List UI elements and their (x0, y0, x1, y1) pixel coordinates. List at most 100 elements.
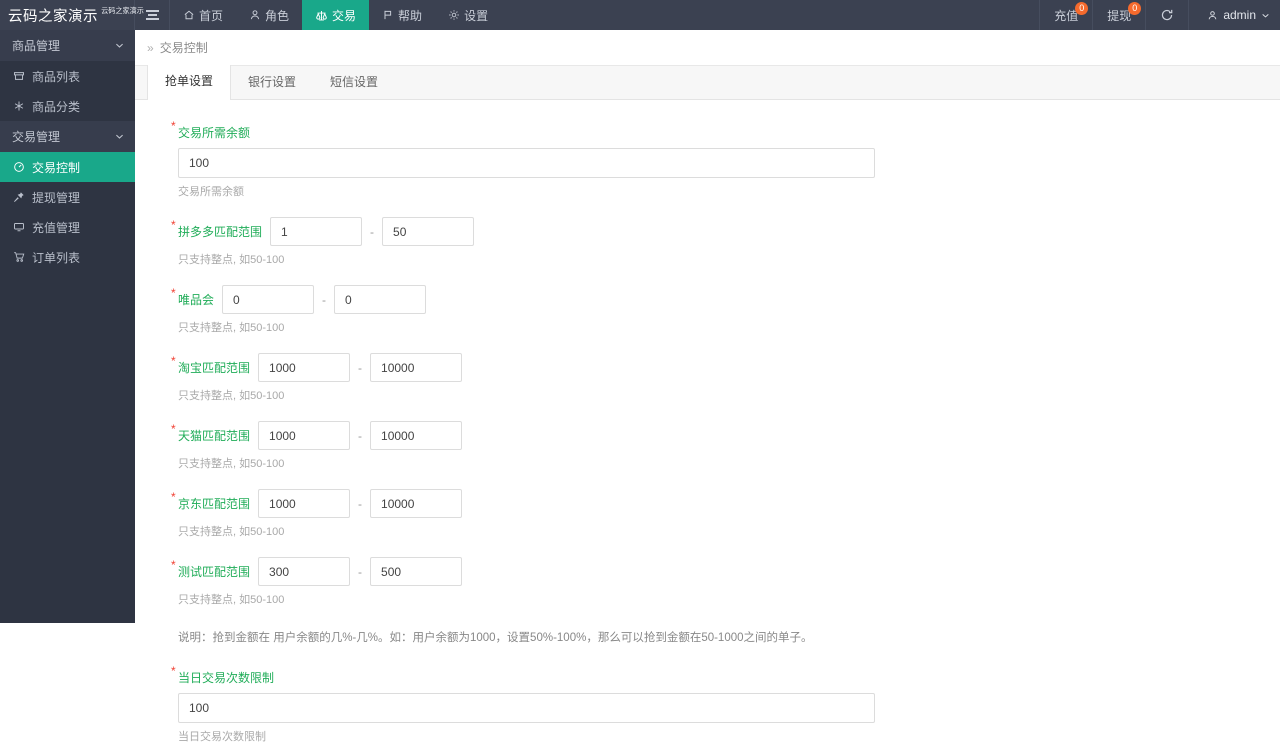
required-marker: * (171, 286, 176, 300)
hamburger-icon (145, 8, 159, 23)
field-test-match-range: * 测试匹配范围 - 只支持整点, 如50-100 (171, 557, 1280, 607)
field-jd-match-range: * 京东匹配范围 - 只支持整点, 如50-100 (171, 489, 1280, 539)
input-jd-max[interactable] (370, 489, 463, 518)
gear-icon (448, 9, 460, 21)
avatar-icon (1207, 10, 1218, 21)
label-trade-required-balance: * 交易所需余额 (171, 119, 250, 141)
nav-item-home[interactable]: 首页 (170, 0, 236, 30)
sidebar-group-label-product: 商品管理 (12, 39, 61, 53)
input-tmall-min[interactable] (258, 421, 351, 450)
input-test-min[interactable] (258, 557, 351, 586)
breadcrumb-current: 交易控制 (159, 41, 208, 55)
input-jd-min[interactable] (258, 489, 351, 518)
field-taobao-match-range: * 淘宝匹配范围 - 只支持整点, 如50-100 (171, 353, 1280, 403)
help-daily-trade-limit: 当日交易次数限制 (178, 731, 266, 743)
input-pdd-min[interactable] (270, 217, 363, 246)
sidebar-item-product-category[interactable]: 商品分类 (0, 91, 135, 121)
refresh-button[interactable] (1145, 0, 1188, 30)
nav-item-trade[interactable]: 交易 (302, 0, 370, 30)
nav-label-trade: 交易 (332, 8, 357, 23)
cart-icon (12, 70, 25, 82)
logo-superscript-text: 云码之家演示 (101, 6, 144, 15)
main-content: » 交易控制 抢单设置 银行设置 短信设置 * 交易所需余额 交易所需余额 * … (135, 30, 1280, 743)
input-pdd-max[interactable] (382, 217, 475, 246)
required-marker: * (171, 558, 176, 572)
refresh-icon (1160, 8, 1174, 22)
tab-bar: 抢单设置 银行设置 短信设置 (135, 65, 1280, 100)
label-taobao-match-range: * 淘宝匹配范围 (171, 354, 250, 376)
input-test-max[interactable] (370, 557, 463, 586)
field-trade-required-balance: * 交易所需余额 交易所需余额 (171, 119, 1280, 199)
label-vip-match-range: * 唯品会 (171, 286, 214, 308)
user-menu[interactable]: admin (1188, 0, 1280, 30)
withdraw-button[interactable]: 提现 0 (1092, 0, 1145, 30)
monitor-icon (12, 221, 25, 233)
help-tmall-match-range: 只支持整点, 如50-100 (178, 458, 285, 470)
sidebar-group-label-trade: 交易管理 (12, 130, 61, 144)
flag-icon (382, 9, 394, 21)
label-jd-match-range: * 京东匹配范围 (171, 490, 251, 512)
form-note: 说明：抢到金额在 用户余额的几%-几%。如：用户余额为1000，设置50%-10… (178, 632, 813, 644)
help-vip-match-range: 只支持整点, 如50-100 (178, 322, 285, 334)
input-vip-min[interactable] (222, 285, 315, 314)
sidebar-group-product[interactable]: 商品管理 (0, 30, 135, 61)
sidebar-group-trade[interactable]: 交易管理 (0, 121, 135, 152)
nav-item-role[interactable]: 角色 (236, 0, 302, 30)
chevron-down-icon (114, 40, 125, 51)
input-daily-trade-limit[interactable] (178, 693, 875, 723)
label-daily-trade-limit: * 当日交易次数限制 (171, 664, 275, 686)
label-text: 当日交易次数限制 (178, 671, 275, 685)
gauge-icon (12, 161, 25, 173)
input-taobao-max[interactable] (370, 353, 463, 382)
input-trade-required-balance[interactable] (178, 148, 875, 178)
sidebar: 商品管理 商品列表 商品分类 交易管理 交易控制 提现管理 充值管理 订单列表 (0, 30, 135, 623)
sidebar-item-withdraw-manage[interactable]: 提现管理 (0, 182, 135, 212)
range-separator: - (358, 360, 363, 375)
label-tmall-match-range: * 天猫匹配范围 (171, 422, 251, 444)
input-tmall-max[interactable] (370, 421, 463, 450)
nav-label-help: 帮助 (398, 8, 423, 23)
sidebar-item-recharge-manage[interactable]: 充值管理 (0, 212, 135, 242)
sidebar-label-withdraw-manage: 提现管理 (32, 190, 81, 205)
input-vip-max[interactable] (334, 285, 427, 314)
label-text: 京东匹配范围 (178, 497, 251, 511)
help-jd-match-range: 只支持整点, 如50-100 (178, 526, 285, 538)
field-tmall-match-range: * 天猫匹配范围 - 只支持整点, 如50-100 (171, 421, 1280, 471)
nav-label-settings: 设置 (464, 8, 489, 23)
required-marker: * (171, 664, 176, 678)
help-test-match-range: 只支持整点, 如50-100 (178, 594, 285, 606)
app-logo[interactable]: 云码之家演示 云码之家演示 (0, 0, 144, 30)
sidebar-item-product-list[interactable]: 商品列表 (0, 61, 135, 91)
required-marker: * (171, 119, 176, 133)
range-separator: - (370, 224, 375, 239)
range-separator: - (358, 496, 363, 511)
sidebar-label-order-list: 订单列表 (32, 250, 81, 265)
field-vip-match-range: * 唯品会 - 只支持整点, 如50-100 (171, 285, 1280, 335)
nav-item-help[interactable]: 帮助 (369, 0, 435, 30)
label-text: 天猫匹配范围 (178, 429, 251, 443)
user-icon (249, 9, 261, 21)
tab-sms-settings[interactable]: 短信设置 (313, 65, 395, 99)
input-taobao-min[interactable] (258, 353, 351, 382)
sidebar-label-trade-control: 交易控制 (32, 160, 81, 175)
sidebar-label-recharge-manage: 充值管理 (32, 220, 81, 235)
label-pdd-match-range: * 拼多多匹配范围 (171, 218, 262, 240)
recharge-button[interactable]: 充值 0 (1039, 0, 1092, 30)
sidebar-item-trade-control[interactable]: 交易控制 (0, 152, 135, 182)
sidebar-item-order-list[interactable]: 订单列表 (0, 242, 135, 272)
help-pdd-match-range: 只支持整点, 如50-100 (178, 254, 285, 266)
tab-grab-order-settings[interactable]: 抢单设置 (147, 65, 232, 100)
tab-bank-settings[interactable]: 银行设置 (231, 65, 313, 99)
scale-icon (315, 9, 328, 22)
help-trade-required-balance: 交易所需余额 (178, 186, 244, 198)
required-marker: * (171, 422, 176, 436)
chevron-down-icon (114, 131, 125, 142)
shopping-cart-icon (12, 251, 25, 263)
breadcrumb-separator-icon: » (147, 40, 154, 55)
label-text: 测试匹配范围 (178, 565, 251, 579)
field-daily-trade-limit: * 当日交易次数限制 当日交易次数限制 (171, 664, 1280, 744)
grab-order-settings-form: * 交易所需余额 交易所需余额 * 拼多多匹配范围 - 只支持整点, 如50-1… (135, 100, 1280, 744)
required-marker: * (171, 354, 176, 368)
nav-item-settings[interactable]: 设置 (435, 0, 501, 30)
field-pdd-match-range: * 拼多多匹配范围 - 只支持整点, 如50-100 (171, 217, 1280, 267)
